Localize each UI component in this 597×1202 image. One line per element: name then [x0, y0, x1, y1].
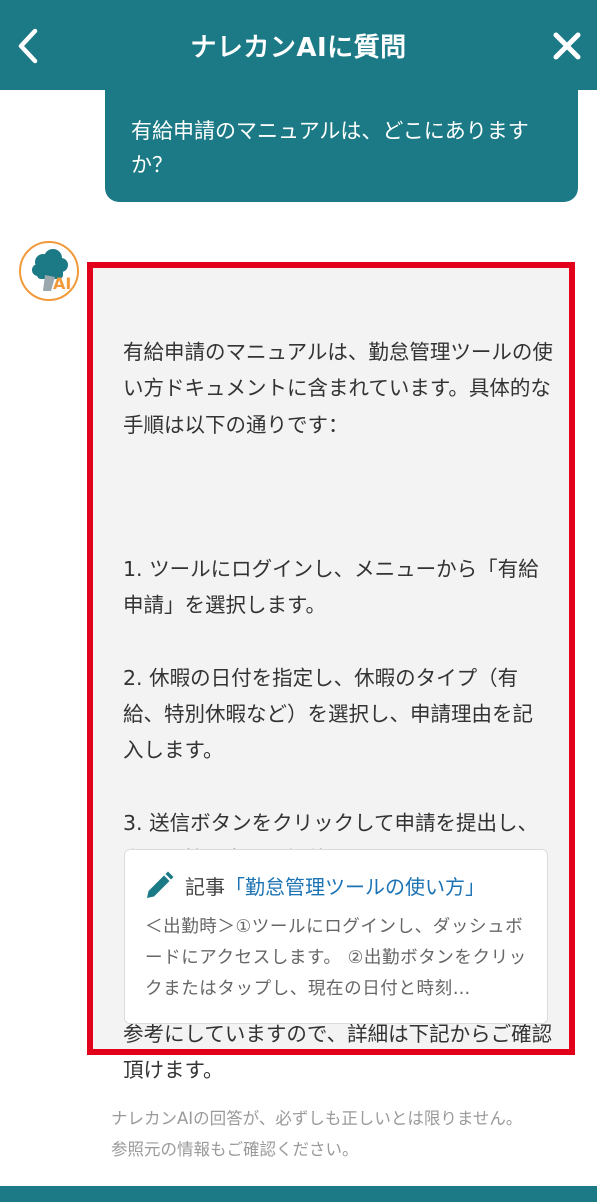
disclaimer: ナレカンAIの回答が、必ずしも正しいとは限りません。 参照元の情報もご確認くださ…	[111, 1103, 591, 1165]
ai-avatar: AI	[19, 241, 79, 301]
disclaimer-line-2: 参照元の情報もご確認ください。	[111, 1140, 359, 1159]
article-excerpt: ＜出勤時＞①ツールにログインし、ダッシュボードにアクセスします。 ②出勤ボタンを…	[145, 917, 527, 999]
close-icon	[553, 32, 581, 60]
pencil-icon	[147, 871, 174, 898]
user-message-bubble: 有給申請のマニュアルは、どこにありますか？	[105, 90, 578, 202]
page-title: ナレカンAIに質問	[190, 32, 407, 63]
chat-header: ナレカンAIに質問	[0, 0, 597, 90]
footer-bar	[0, 1186, 597, 1202]
article-kind-label: 記事	[185, 875, 225, 899]
disclaimer-line-1: ナレカンAIの回答が、必ずしも正しいとは限りません。	[111, 1109, 523, 1128]
answer-step-1: 1. ツールにログインし、メニューから「有給申請」を選択します。	[123, 557, 539, 618]
answer-intro: 有給申請のマニュアルは、勤怠管理ツールの使い方ドキュメントに含まれています。具体…	[123, 340, 553, 437]
ai-avatar-label: AI	[53, 274, 71, 293]
article-title: 記事「勤怠管理ツールの使い方」	[185, 873, 485, 901]
article-title-link[interactable]: 「勤怠管理ツールの使い方」	[225, 875, 485, 899]
ai-answer-highlight: 有給申請のマニュアルは、勤怠管理ツールの使い方ドキュメントに含まれています。具体…	[87, 262, 575, 1082]
user-message-text: 有給申請のマニュアルは、どこにありますか？	[131, 119, 529, 177]
ai-avatar-icon: AI	[32, 249, 71, 293]
answer-step-2: 2. 休暇の日付を指定し、休暇のタイプ（有給、特別休暇など）を選択し、申請理由を…	[123, 665, 533, 763]
close-button[interactable]	[547, 26, 587, 66]
reference-article-card[interactable]: 記事「勤怠管理ツールの使い方」 ＜出勤時＞①ツールにログインし、ダッシュボードに…	[124, 849, 548, 1024]
